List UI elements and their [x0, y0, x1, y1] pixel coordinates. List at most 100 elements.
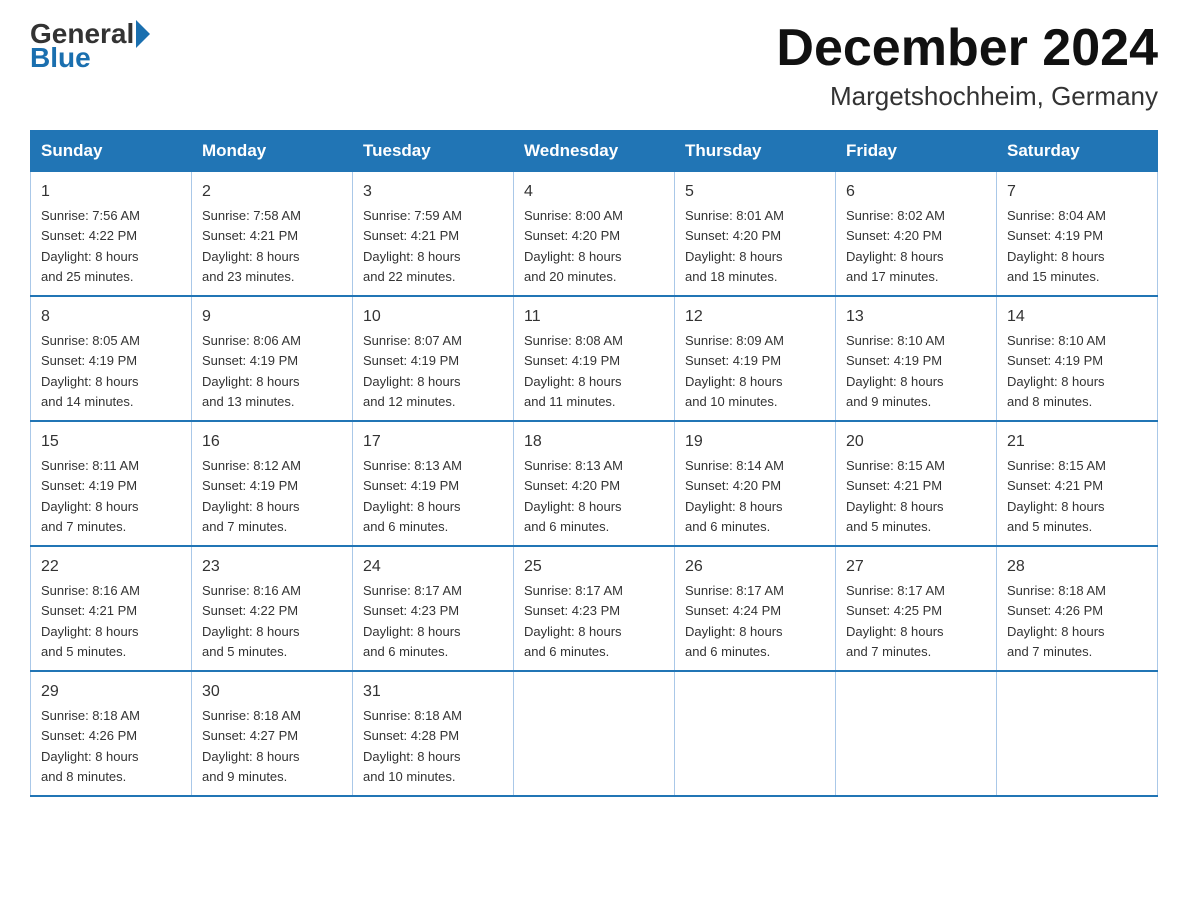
- day-info: Sunrise: 8:13 AMSunset: 4:19 PMDaylight:…: [363, 458, 462, 534]
- calendar-cell-day-9: 9 Sunrise: 8:06 AMSunset: 4:19 PMDayligh…: [192, 296, 353, 421]
- day-info: Sunrise: 8:17 AMSunset: 4:25 PMDaylight:…: [846, 583, 945, 659]
- day-number: 16: [202, 430, 342, 454]
- logo-blue-text: Blue: [30, 44, 150, 72]
- day-info: Sunrise: 8:17 AMSunset: 4:23 PMDaylight:…: [363, 583, 462, 659]
- calendar-week-row: 29 Sunrise: 8:18 AMSunset: 4:26 PMDaylig…: [31, 671, 1158, 796]
- day-info: Sunrise: 8:11 AMSunset: 4:19 PMDaylight:…: [41, 458, 139, 534]
- calendar-cell-day-12: 12 Sunrise: 8:09 AMSunset: 4:19 PMDaylig…: [675, 296, 836, 421]
- calendar-cell-day-7: 7 Sunrise: 8:04 AMSunset: 4:19 PMDayligh…: [997, 172, 1158, 297]
- calendar-cell-day-2: 2 Sunrise: 7:58 AMSunset: 4:21 PMDayligh…: [192, 172, 353, 297]
- day-number: 26: [685, 555, 825, 579]
- day-number: 23: [202, 555, 342, 579]
- calendar-cell-empty: [836, 671, 997, 796]
- calendar-cell-day-28: 28 Sunrise: 8:18 AMSunset: 4:26 PMDaylig…: [997, 546, 1158, 671]
- day-number: 14: [1007, 305, 1147, 329]
- day-number: 17: [363, 430, 503, 454]
- location-title: Margetshochheim, Germany: [776, 81, 1158, 112]
- calendar-cell-empty: [514, 671, 675, 796]
- day-info: Sunrise: 8:17 AMSunset: 4:23 PMDaylight:…: [524, 583, 623, 659]
- day-number: 19: [685, 430, 825, 454]
- calendar-cell-day-23: 23 Sunrise: 8:16 AMSunset: 4:22 PMDaylig…: [192, 546, 353, 671]
- page-header: General Blue December 2024 Margetshochhe…: [30, 20, 1158, 112]
- calendar-cell-day-15: 15 Sunrise: 8:11 AMSunset: 4:19 PMDaylig…: [31, 421, 192, 546]
- day-info: Sunrise: 8:14 AMSunset: 4:20 PMDaylight:…: [685, 458, 784, 534]
- day-number: 10: [363, 305, 503, 329]
- calendar-week-row: 1 Sunrise: 7:56 AMSunset: 4:22 PMDayligh…: [31, 172, 1158, 297]
- calendar-cell-day-5: 5 Sunrise: 8:01 AMSunset: 4:20 PMDayligh…: [675, 172, 836, 297]
- day-number: 12: [685, 305, 825, 329]
- day-info: Sunrise: 8:16 AMSunset: 4:21 PMDaylight:…: [41, 583, 140, 659]
- day-number: 5: [685, 180, 825, 204]
- col-header-wednesday: Wednesday: [514, 131, 675, 172]
- day-number: 1: [41, 180, 181, 204]
- col-header-monday: Monday: [192, 131, 353, 172]
- day-number: 31: [363, 680, 503, 704]
- calendar-cell-day-19: 19 Sunrise: 8:14 AMSunset: 4:20 PMDaylig…: [675, 421, 836, 546]
- calendar-cell-empty: [675, 671, 836, 796]
- calendar-cell-day-1: 1 Sunrise: 7:56 AMSunset: 4:22 PMDayligh…: [31, 172, 192, 297]
- day-info: Sunrise: 8:17 AMSunset: 4:24 PMDaylight:…: [685, 583, 784, 659]
- day-info: Sunrise: 8:02 AMSunset: 4:20 PMDaylight:…: [846, 208, 945, 284]
- col-header-friday: Friday: [836, 131, 997, 172]
- day-number: 3: [363, 180, 503, 204]
- title-block: December 2024 Margetshochheim, Germany: [776, 20, 1158, 112]
- calendar-cell-day-4: 4 Sunrise: 8:00 AMSunset: 4:20 PMDayligh…: [514, 172, 675, 297]
- day-number: 27: [846, 555, 986, 579]
- calendar-cell-day-17: 17 Sunrise: 8:13 AMSunset: 4:19 PMDaylig…: [353, 421, 514, 546]
- day-number: 25: [524, 555, 664, 579]
- day-info: Sunrise: 8:04 AMSunset: 4:19 PMDaylight:…: [1007, 208, 1106, 284]
- day-info: Sunrise: 8:12 AMSunset: 4:19 PMDaylight:…: [202, 458, 301, 534]
- calendar-cell-day-27: 27 Sunrise: 8:17 AMSunset: 4:25 PMDaylig…: [836, 546, 997, 671]
- day-info: Sunrise: 8:18 AMSunset: 4:26 PMDaylight:…: [41, 708, 140, 784]
- logo: General Blue: [30, 20, 150, 72]
- day-info: Sunrise: 7:56 AMSunset: 4:22 PMDaylight:…: [41, 208, 140, 284]
- calendar-cell-day-25: 25 Sunrise: 8:17 AMSunset: 4:23 PMDaylig…: [514, 546, 675, 671]
- month-title: December 2024: [776, 20, 1158, 77]
- day-number: 28: [1007, 555, 1147, 579]
- calendar-cell-day-14: 14 Sunrise: 8:10 AMSunset: 4:19 PMDaylig…: [997, 296, 1158, 421]
- day-number: 13: [846, 305, 986, 329]
- day-number: 7: [1007, 180, 1147, 204]
- day-info: Sunrise: 8:18 AMSunset: 4:28 PMDaylight:…: [363, 708, 462, 784]
- calendar-week-row: 8 Sunrise: 8:05 AMSunset: 4:19 PMDayligh…: [31, 296, 1158, 421]
- calendar-cell-day-13: 13 Sunrise: 8:10 AMSunset: 4:19 PMDaylig…: [836, 296, 997, 421]
- calendar-cell-day-26: 26 Sunrise: 8:17 AMSunset: 4:24 PMDaylig…: [675, 546, 836, 671]
- calendar-cell-day-10: 10 Sunrise: 8:07 AMSunset: 4:19 PMDaylig…: [353, 296, 514, 421]
- day-info: Sunrise: 8:18 AMSunset: 4:26 PMDaylight:…: [1007, 583, 1106, 659]
- calendar-cell-day-11: 11 Sunrise: 8:08 AMSunset: 4:19 PMDaylig…: [514, 296, 675, 421]
- day-number: 9: [202, 305, 342, 329]
- calendar-cell-empty: [997, 671, 1158, 796]
- col-header-tuesday: Tuesday: [353, 131, 514, 172]
- calendar-cell-day-21: 21 Sunrise: 8:15 AMSunset: 4:21 PMDaylig…: [997, 421, 1158, 546]
- day-info: Sunrise: 8:05 AMSunset: 4:19 PMDaylight:…: [41, 333, 140, 409]
- day-info: Sunrise: 8:00 AMSunset: 4:20 PMDaylight:…: [524, 208, 623, 284]
- day-info: Sunrise: 8:06 AMSunset: 4:19 PMDaylight:…: [202, 333, 301, 409]
- calendar-cell-day-8: 8 Sunrise: 8:05 AMSunset: 4:19 PMDayligh…: [31, 296, 192, 421]
- col-header-saturday: Saturday: [997, 131, 1158, 172]
- day-info: Sunrise: 8:10 AMSunset: 4:19 PMDaylight:…: [1007, 333, 1106, 409]
- day-number: 22: [41, 555, 181, 579]
- day-info: Sunrise: 8:01 AMSunset: 4:20 PMDaylight:…: [685, 208, 784, 284]
- day-info: Sunrise: 8:10 AMSunset: 4:19 PMDaylight:…: [846, 333, 945, 409]
- day-info: Sunrise: 7:59 AMSunset: 4:21 PMDaylight:…: [363, 208, 462, 284]
- calendar-cell-day-6: 6 Sunrise: 8:02 AMSunset: 4:20 PMDayligh…: [836, 172, 997, 297]
- calendar-header-row: SundayMondayTuesdayWednesdayThursdayFrid…: [31, 131, 1158, 172]
- day-info: Sunrise: 8:07 AMSunset: 4:19 PMDaylight:…: [363, 333, 462, 409]
- day-number: 30: [202, 680, 342, 704]
- calendar-cell-day-29: 29 Sunrise: 8:18 AMSunset: 4:26 PMDaylig…: [31, 671, 192, 796]
- calendar-cell-day-3: 3 Sunrise: 7:59 AMSunset: 4:21 PMDayligh…: [353, 172, 514, 297]
- day-info: Sunrise: 8:16 AMSunset: 4:22 PMDaylight:…: [202, 583, 301, 659]
- calendar-cell-day-22: 22 Sunrise: 8:16 AMSunset: 4:21 PMDaylig…: [31, 546, 192, 671]
- col-header-sunday: Sunday: [31, 131, 192, 172]
- day-info: Sunrise: 8:13 AMSunset: 4:20 PMDaylight:…: [524, 458, 623, 534]
- day-number: 29: [41, 680, 181, 704]
- calendar-week-row: 15 Sunrise: 8:11 AMSunset: 4:19 PMDaylig…: [31, 421, 1158, 546]
- day-number: 6: [846, 180, 986, 204]
- day-info: Sunrise: 8:18 AMSunset: 4:27 PMDaylight:…: [202, 708, 301, 784]
- day-number: 18: [524, 430, 664, 454]
- day-info: Sunrise: 8:09 AMSunset: 4:19 PMDaylight:…: [685, 333, 784, 409]
- col-header-thursday: Thursday: [675, 131, 836, 172]
- calendar-cell-day-16: 16 Sunrise: 8:12 AMSunset: 4:19 PMDaylig…: [192, 421, 353, 546]
- calendar-cell-day-18: 18 Sunrise: 8:13 AMSunset: 4:20 PMDaylig…: [514, 421, 675, 546]
- day-number: 15: [41, 430, 181, 454]
